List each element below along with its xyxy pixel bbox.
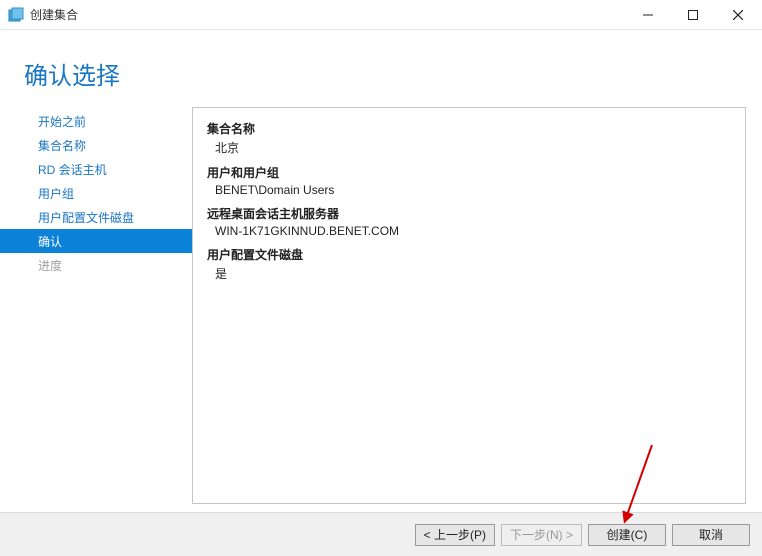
sidebar-item-label: 开始之前: [38, 113, 86, 130]
cancel-button[interactable]: 取消: [672, 524, 750, 546]
create-button[interactable]: 创建(C): [588, 524, 666, 546]
sidebar-item-label: 用户组: [38, 185, 74, 202]
value-collection-name: 北京: [207, 139, 731, 156]
sidebar-item-label: 集合名称: [38, 137, 86, 154]
window-controls: [625, 1, 760, 29]
sidebar-item-confirmation[interactable]: 确认: [0, 229, 192, 253]
label-rdsh-server: 远程桌面会话主机服务器: [207, 205, 731, 222]
value-user-group: BENET\Domain Users: [207, 183, 731, 197]
sidebar-item-label: RD 会话主机: [38, 161, 107, 178]
sidebar-item-collection-name[interactable]: 集合名称: [0, 133, 192, 157]
maximize-button[interactable]: [670, 1, 715, 29]
minimize-button[interactable]: [625, 1, 670, 29]
confirmation-panel: 集合名称 北京 用户和用户组 BENET\Domain Users 远程桌面会话…: [192, 107, 746, 504]
sidebar-item-user-groups[interactable]: 用户组: [0, 181, 192, 205]
next-button: 下一步(N) >: [501, 524, 582, 546]
sidebar-item-rd-session-host[interactable]: RD 会话主机: [0, 157, 192, 181]
sidebar-item-label: 确认: [38, 233, 62, 250]
page-title: 确认选择: [24, 56, 738, 91]
label-user-group: 用户和用户组: [207, 164, 731, 181]
label-user-profile-disk: 用户配置文件磁盘: [207, 246, 731, 263]
window-title: 创建集合: [30, 6, 625, 23]
previous-button[interactable]: < 上一步(P): [415, 524, 495, 546]
sidebar-item-user-profile-disks[interactable]: 用户配置文件磁盘: [0, 205, 192, 229]
value-rdsh-server: WIN-1K71GKINNUD.BENET.COM: [207, 224, 731, 238]
titlebar: 创建集合: [0, 0, 762, 30]
label-collection-name: 集合名称: [207, 120, 731, 137]
sidebar-item-before-you-begin[interactable]: 开始之前: [0, 109, 192, 133]
value-user-profile-disk: 是: [207, 265, 731, 282]
app-icon: [8, 7, 24, 23]
close-button[interactable]: [715, 1, 760, 29]
header: 确认选择: [0, 30, 762, 99]
wizard-footer: < 上一步(P) 下一步(N) > 创建(C) 取消: [0, 512, 762, 556]
content-area: 确认选择 开始之前 集合名称 RD 会话主机 用户组 用户配置文件磁盘 确认 进…: [0, 30, 762, 556]
sidebar-item-label: 用户配置文件磁盘: [38, 209, 134, 226]
wizard-sidebar: 开始之前 集合名称 RD 会话主机 用户组 用户配置文件磁盘 确认 进度: [0, 99, 192, 512]
main-row: 开始之前 集合名称 RD 会话主机 用户组 用户配置文件磁盘 确认 进度 集合名…: [0, 99, 762, 512]
sidebar-item-progress: 进度: [0, 253, 192, 277]
sidebar-item-label: 进度: [38, 257, 62, 274]
